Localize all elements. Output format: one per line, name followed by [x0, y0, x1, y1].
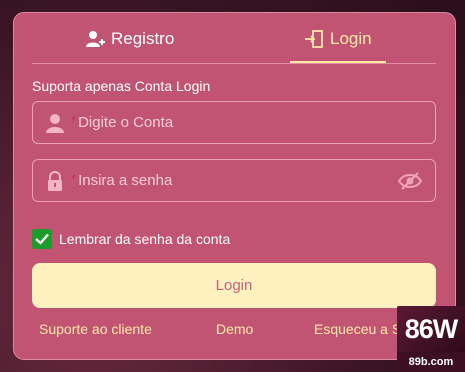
forgot-password-link[interactable]: Esqueceu a S: [314, 321, 401, 337]
tab-divider: [32, 63, 436, 64]
tab-login-label: Login: [330, 29, 372, 48]
badge-logo: 86W: [397, 306, 465, 352]
password-input[interactable]: [78, 172, 397, 189]
required-mark: *: [71, 171, 77, 186]
remember-label: Lembrar da senha da conta: [59, 231, 231, 247]
user-icon: [45, 113, 65, 133]
site-badge: 86W 89b.com: [397, 306, 465, 372]
remember-password[interactable]: Lembrar da senha da conta: [32, 229, 230, 249]
add-user-icon: [85, 29, 105, 49]
demo-link[interactable]: Demo: [216, 321, 253, 337]
auth-tabs: Registro Login: [14, 13, 455, 65]
remember-checkbox[interactable]: [32, 229, 52, 249]
lock-icon: [45, 170, 65, 191]
account-input[interactable]: [78, 114, 435, 131]
support-link[interactable]: Suporte ao cliente: [39, 321, 152, 337]
footer-links: Suporte ao cliente Demo Esqueceu a S: [14, 321, 455, 341]
tab-login[interactable]: Login: [304, 27, 372, 51]
account-type-note: Suporta apenas Conta Login: [32, 78, 211, 94]
eye-slash-icon[interactable]: [397, 171, 423, 191]
badge-domain: 89b.com: [408, 356, 454, 368]
tab-register[interactable]: Registro: [85, 27, 174, 51]
account-field[interactable]: *: [32, 101, 436, 144]
required-mark: *: [71, 113, 77, 128]
login-button[interactable]: Login: [32, 263, 436, 308]
password-field[interactable]: *: [32, 159, 436, 202]
tab-register-label: Registro: [111, 29, 175, 48]
login-door-icon: [304, 29, 324, 49]
check-icon: [35, 233, 49, 245]
login-panel: Registro Login Suporta apenas Conta Logi…: [13, 12, 456, 360]
